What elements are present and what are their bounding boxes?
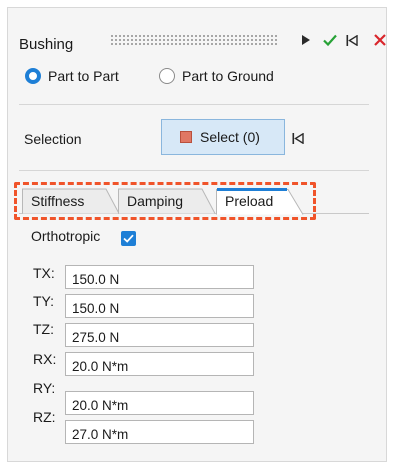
rz-input[interactable] <box>65 420 254 444</box>
rx-input[interactable] <box>65 352 254 376</box>
tab-label: Damping <box>127 193 184 209</box>
tz-input[interactable] <box>65 323 254 347</box>
divider <box>19 170 369 171</box>
radio-label: Part to Part <box>48 68 119 84</box>
tab-label: Preload <box>225 193 274 209</box>
skip-back-icon[interactable] <box>292 133 304 144</box>
radio-indicator[interactable] <box>159 68 175 84</box>
skip-back-icon[interactable] <box>346 35 358 46</box>
field-label-ry: RY: <box>33 380 56 396</box>
field-label-tx: TX: <box>33 265 55 281</box>
tab-label: Stiffness <box>31 193 85 209</box>
color-swatch-icon <box>180 131 192 143</box>
drag-handle[interactable] <box>110 34 278 45</box>
radio-selected-indicator[interactable] <box>25 68 41 84</box>
orthotropic-label: Orthotropic <box>31 228 101 244</box>
field-label-rz: RZ: <box>33 409 56 425</box>
play-icon[interactable] <box>302 35 310 45</box>
field-label-rx: RX: <box>33 351 57 367</box>
selection-label: Selection <box>24 131 82 147</box>
orthotropic-checkbox[interactable] <box>121 231 136 246</box>
tab-preload[interactable]: Preload <box>216 188 304 215</box>
tab-damping[interactable]: Damping <box>118 188 216 214</box>
radio-part-to-ground[interactable]: Part to Ground <box>159 68 274 84</box>
field-label-tz: TZ: <box>33 321 54 337</box>
select-button-label: Select (0) <box>200 129 260 145</box>
ry-input[interactable] <box>65 391 254 415</box>
tx-input[interactable] <box>65 265 254 289</box>
tab-stiffness[interactable]: Stiffness <box>22 188 120 214</box>
divider <box>19 104 369 105</box>
field-label-ty: TY: <box>33 293 55 309</box>
ty-input[interactable] <box>65 294 254 318</box>
checkmark-icon <box>123 234 134 243</box>
radio-label: Part to Ground <box>182 68 274 84</box>
check-icon[interactable] <box>322 32 338 48</box>
radio-part-to-part[interactable]: Part to Part <box>25 68 119 84</box>
panel-title: Bushing <box>19 36 74 53</box>
close-icon[interactable] <box>372 32 388 48</box>
select-button[interactable]: Select (0) <box>161 119 285 155</box>
